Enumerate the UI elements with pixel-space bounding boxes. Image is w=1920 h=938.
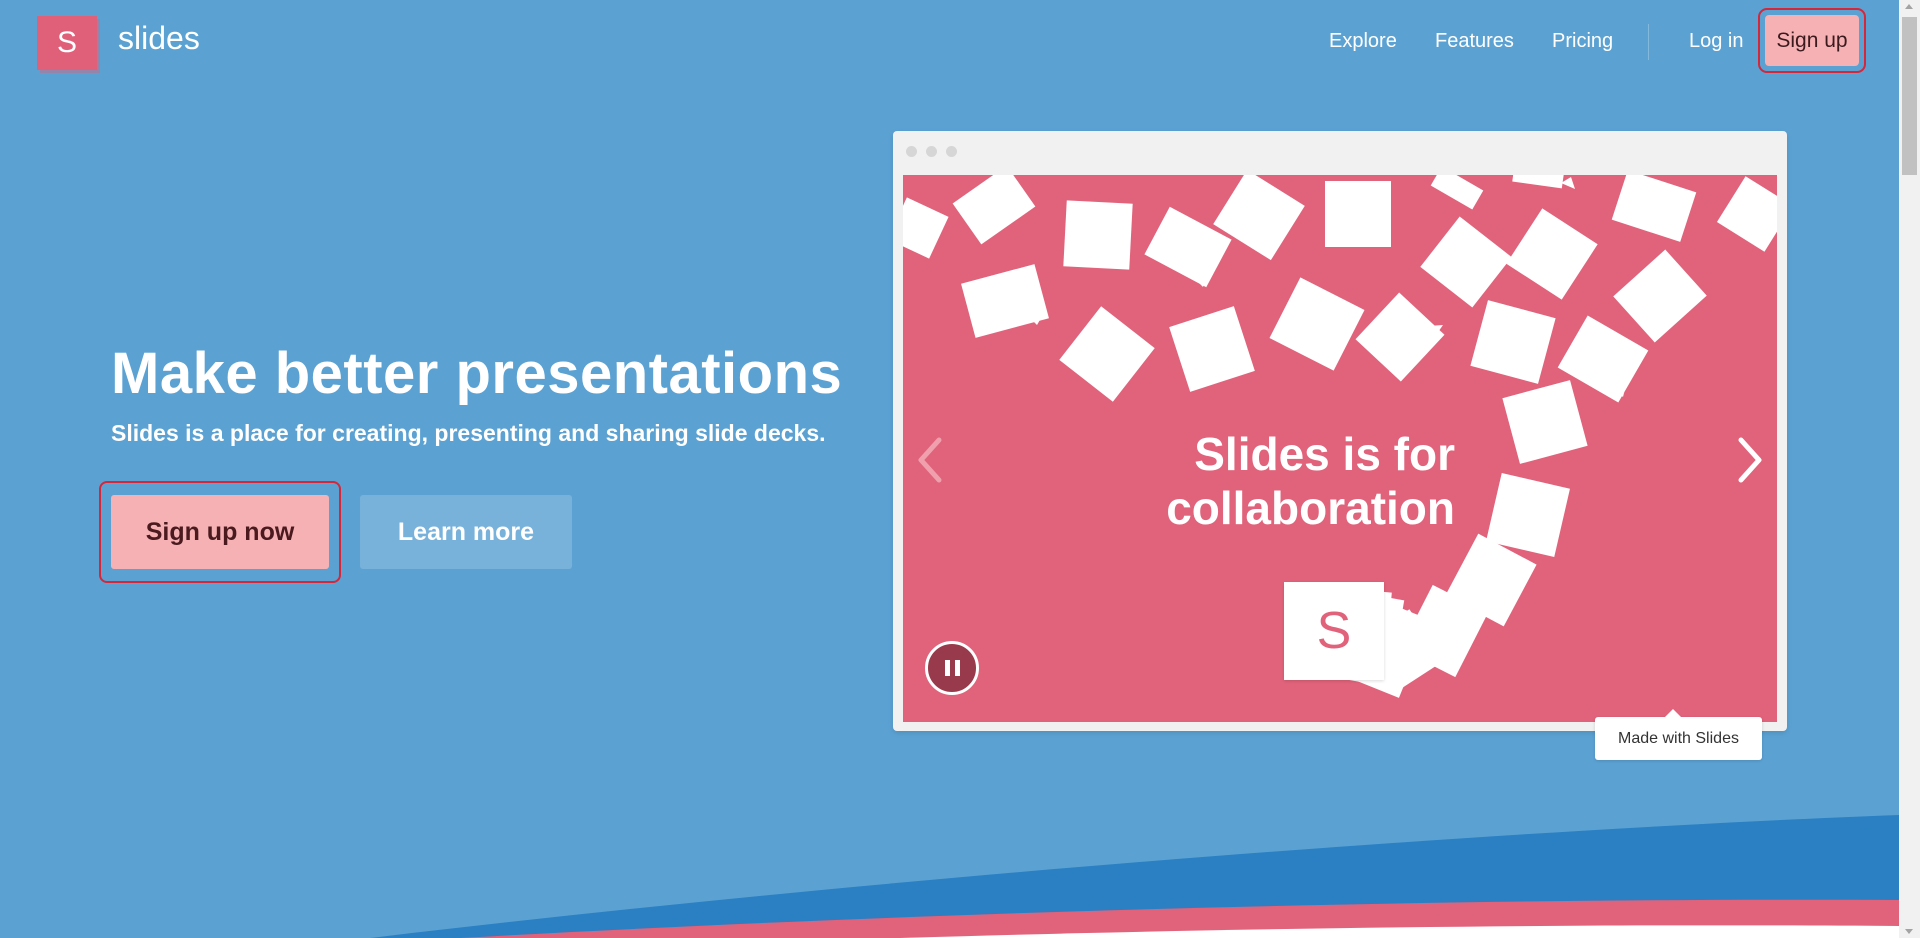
slide-headline: Slides is for collaboration — [1166, 427, 1455, 535]
chevron-right-icon[interactable] — [1729, 430, 1769, 490]
browser-dot — [926, 146, 937, 157]
nav-features[interactable]: Features — [1435, 30, 1514, 53]
browser-dot — [946, 146, 957, 157]
decorative-waves — [370, 815, 1899, 938]
nav-explore[interactable]: Explore — [1329, 30, 1397, 53]
signup-now-highlight: Sign up now — [99, 481, 341, 583]
chevron-left-icon[interactable] — [911, 430, 951, 490]
pause-button[interactable] — [925, 641, 979, 695]
learn-more-button[interactable]: Learn more — [360, 495, 572, 569]
tooltip-arrow — [1665, 709, 1681, 717]
browser-dot — [906, 146, 917, 157]
logo-mark[interactable]: S — [37, 16, 97, 70]
slides-logo-card: S — [1284, 582, 1384, 680]
nav-login[interactable]: Log in — [1689, 30, 1744, 53]
browser-preview: Slides is for collaboration S — [893, 131, 1787, 731]
logo-text[interactable]: slides — [118, 20, 200, 57]
scroll-up-arrow-icon[interactable] — [1905, 4, 1913, 9]
nav-divider — [1648, 24, 1649, 60]
scroll-down-arrow-icon[interactable] — [1905, 929, 1913, 934]
slide-headline-line-2: collaboration — [1166, 482, 1455, 534]
scrollbar-thumb[interactable] — [1902, 17, 1917, 175]
hero-title: Make better presentations — [111, 341, 843, 406]
hero-subtitle: Slides is a place for creating, presenti… — [111, 420, 826, 446]
slide-headline-line-1: Slides is for — [1194, 428, 1455, 480]
page-scrollbar[interactable] — [1899, 0, 1920, 938]
slide-canvas[interactable]: Slides is for collaboration S — [903, 175, 1777, 722]
tooltip-label: Made with Slides — [1618, 729, 1739, 747]
signup-highlight: Sign up — [1758, 8, 1866, 73]
signup-now-button[interactable]: Sign up now — [111, 495, 329, 569]
made-with-slides-tooltip[interactable]: Made with Slides — [1595, 709, 1762, 760]
signup-button[interactable]: Sign up — [1765, 15, 1859, 66]
pause-icon — [944, 660, 960, 676]
nav-pricing[interactable]: Pricing — [1552, 30, 1613, 53]
